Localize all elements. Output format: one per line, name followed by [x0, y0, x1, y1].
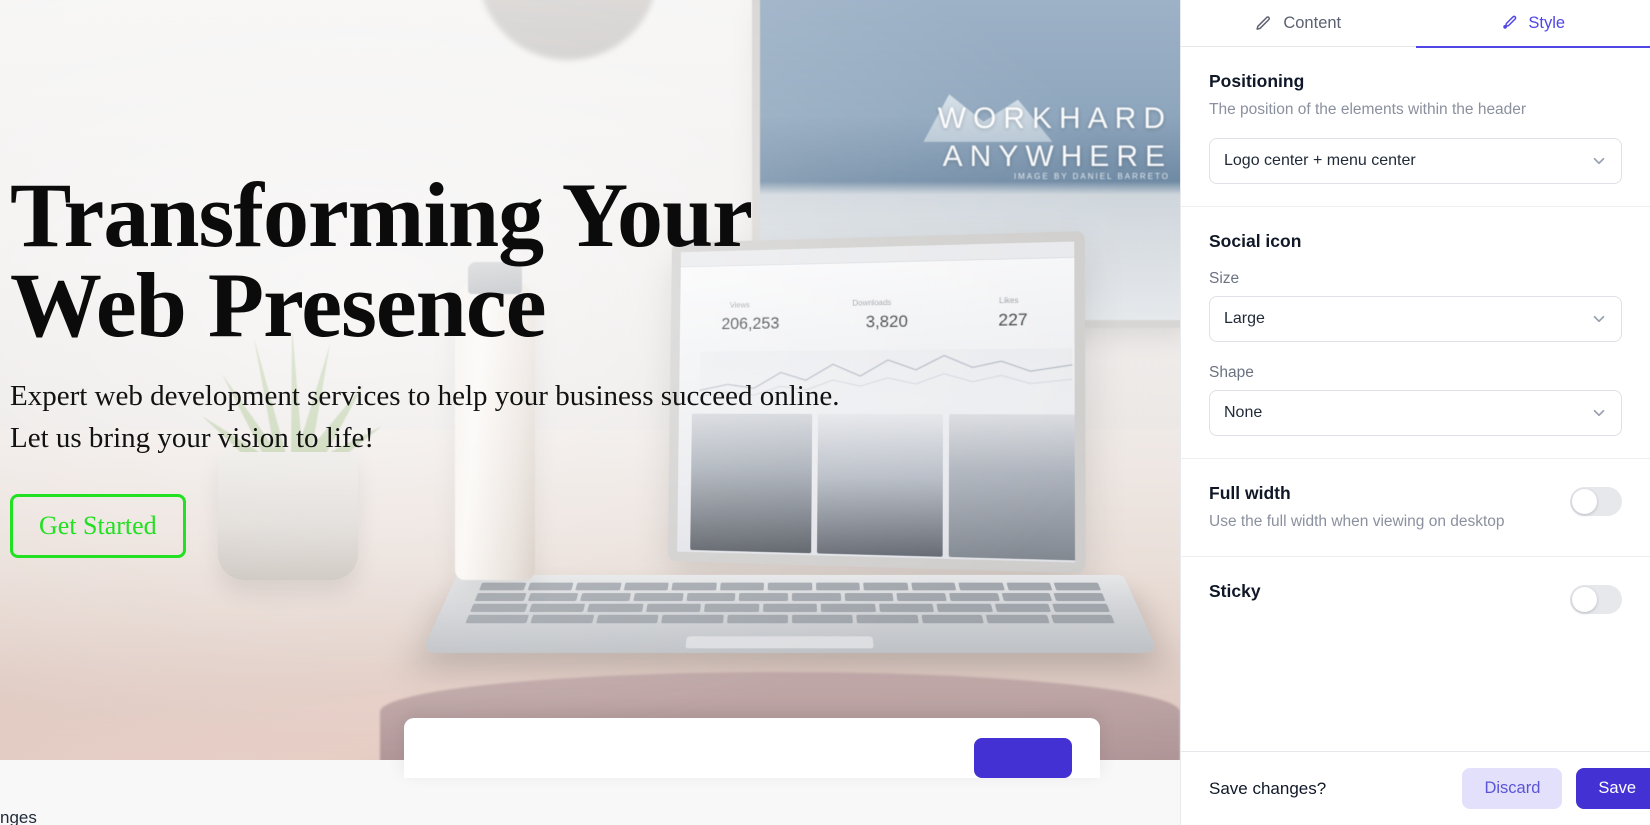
style-settings-panel: Content Style Positioning The position o… — [1180, 0, 1650, 825]
tab-content-label: Content — [1283, 14, 1342, 32]
tab-style[interactable]: Style — [1415, 0, 1650, 48]
save-changes-bar: Save changes? Discard Save — [1181, 751, 1650, 825]
save-button[interactable]: Save — [1576, 768, 1650, 809]
paintbrush-icon — [1500, 15, 1517, 32]
full-width-description: Use the full width when viewing on deskt… — [1209, 512, 1505, 530]
positioning-title: Positioning — [1209, 71, 1305, 91]
save-changes-prompt: Save changes? — [1209, 778, 1327, 798]
monitor-wallpaper-line2: ANYWHERE — [942, 139, 1172, 173]
social-icon-size-label: Size — [1209, 269, 1240, 287]
full-width-title: Full width — [1209, 482, 1291, 503]
sticky-toggle[interactable] — [1570, 584, 1622, 614]
panel-tab-bar: Content Style — [1181, 0, 1650, 48]
hero-title-line2: Web Presence — [10, 254, 547, 357]
chevron-down-icon — [1590, 310, 1608, 328]
hero-subtitle-line1: Expert web development services to help … — [10, 380, 840, 413]
preview-bottom-cut-text: nges — [0, 808, 37, 825]
social-icon-shape-label: Shape — [1209, 363, 1254, 381]
section-full-width: Full width Use the full width when viewi… — [1181, 459, 1650, 557]
hero-title-line1: Transforming Your — [10, 164, 753, 266]
monitor-wallpaper-credit: IMAGE BY DANIEL BARRETO — [1013, 172, 1170, 181]
positioning-select-value: Logo center + menu center — [1224, 151, 1416, 169]
social-icon-title: Social icon — [1209, 230, 1302, 251]
social-icon-shape-select[interactable]: None — [1209, 389, 1622, 436]
full-width-toggle[interactable] — [1570, 486, 1622, 516]
app-root: WORKHARD ANYWHERE IMAGE BY DANIEL BARRET… — [0, 0, 1650, 825]
pencil-icon — [1255, 15, 1272, 32]
monitor-wallpaper-line1: WORKHARD — [937, 102, 1172, 135]
sticky-title: Sticky — [1209, 580, 1261, 601]
sticky-toggle-knob — [1572, 586, 1597, 612]
get-started-button[interactable]: Get Started — [10, 493, 186, 558]
social-icon-shape-value: None — [1224, 403, 1263, 421]
chevron-down-icon — [1590, 404, 1608, 422]
tab-style-label: Style — [1528, 14, 1566, 32]
hero-content: Transforming Your Web Presence Expert we… — [10, 169, 950, 558]
chevron-down-icon — [1590, 152, 1608, 170]
full-width-toggle-knob — [1572, 488, 1597, 514]
laptop-stat-label-likes: Likes — [999, 295, 1019, 306]
photo-laptop-keyboard — [421, 574, 1159, 653]
positioning-description: The position of the elements within the … — [1209, 101, 1527, 118]
tab-content[interactable]: Content — [1181, 0, 1416, 47]
hero-title[interactable]: Transforming Your Web Presence — [10, 169, 950, 351]
section-sticky: Sticky — [1181, 557, 1650, 636]
hero-subtitle-line2: Let us bring your vision to life! — [10, 422, 375, 455]
photo-keyboard-keys — [461, 582, 1119, 634]
website-preview-canvas[interactable]: WORKHARD ANYWHERE IMAGE BY DANIEL BARRET… — [0, 0, 1180, 825]
laptop-stat-value-likes: 227 — [998, 309, 1028, 330]
preview-floating-card[interactable] — [404, 718, 1100, 778]
section-positioning: Positioning The position of the elements… — [1181, 47, 1650, 207]
discard-button[interactable]: Discard — [1462, 768, 1563, 809]
section-social-icon: Social icon Size Large Shape None — [1181, 207, 1650, 459]
positioning-select[interactable]: Logo center + menu center — [1209, 137, 1622, 184]
photo-trackpad — [685, 636, 874, 649]
preview-card-primary-button[interactable] — [974, 738, 1072, 778]
social-icon-size-select[interactable]: Large — [1209, 295, 1622, 342]
social-icon-size-value: Large — [1224, 309, 1265, 327]
monitor-wallpaper-text: WORKHARD ANYWHERE — [938, 100, 1172, 175]
panel-scroll-body[interactable]: Positioning The position of the elements… — [1181, 47, 1650, 751]
hero-subtitle[interactable]: Expert web development services to help … — [10, 376, 920, 460]
